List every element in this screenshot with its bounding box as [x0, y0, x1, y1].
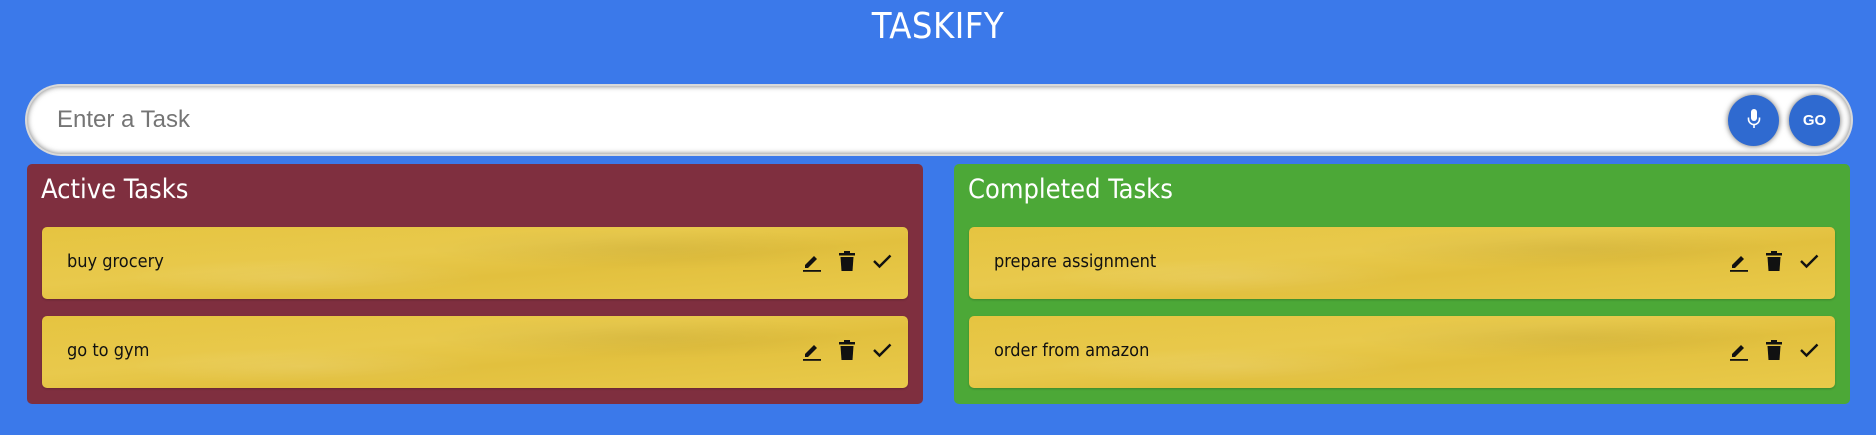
taskify-app: TASKIFY GO Active Tasks buy grocery	[0, 0, 1876, 435]
task-input-bar: GO	[27, 86, 1851, 154]
check-icon[interactable]	[1796, 336, 1822, 364]
go-button[interactable]: GO	[1789, 95, 1840, 146]
task-text: buy grocery	[67, 251, 164, 272]
pencil-icon[interactable]	[1726, 247, 1752, 275]
trash-icon[interactable]	[1761, 336, 1787, 364]
task-card[interactable]: go to gym	[42, 316, 908, 388]
task-input[interactable]	[57, 100, 1737, 140]
check-icon[interactable]	[869, 247, 895, 275]
task-card[interactable]: buy grocery	[42, 227, 908, 299]
trash-icon[interactable]	[834, 336, 860, 364]
task-card[interactable]: prepare assignment	[969, 227, 1835, 299]
pencil-icon[interactable]	[799, 336, 825, 364]
active-tasks-heading: Active Tasks	[41, 174, 189, 205]
task-card[interactable]: order from amazon	[969, 316, 1835, 388]
task-text: go to gym	[67, 340, 150, 361]
check-icon[interactable]	[1796, 247, 1822, 275]
pencil-icon[interactable]	[799, 247, 825, 275]
active-tasks-panel: Active Tasks buy grocery go to gym	[27, 164, 923, 404]
microphone-button[interactable]	[1728, 95, 1779, 146]
pencil-icon[interactable]	[1726, 336, 1752, 364]
completed-tasks-heading: Completed Tasks	[968, 174, 1173, 205]
task-text: prepare assignment	[994, 251, 1157, 272]
trash-icon[interactable]	[1761, 247, 1787, 275]
microphone-icon	[1747, 108, 1761, 133]
task-text: order from amazon	[994, 340, 1150, 361]
check-icon[interactable]	[869, 336, 895, 364]
trash-icon[interactable]	[834, 247, 860, 275]
app-title: TASKIFY	[871, 6, 1005, 47]
completed-tasks-panel: Completed Tasks prepare assignment order…	[954, 164, 1850, 404]
